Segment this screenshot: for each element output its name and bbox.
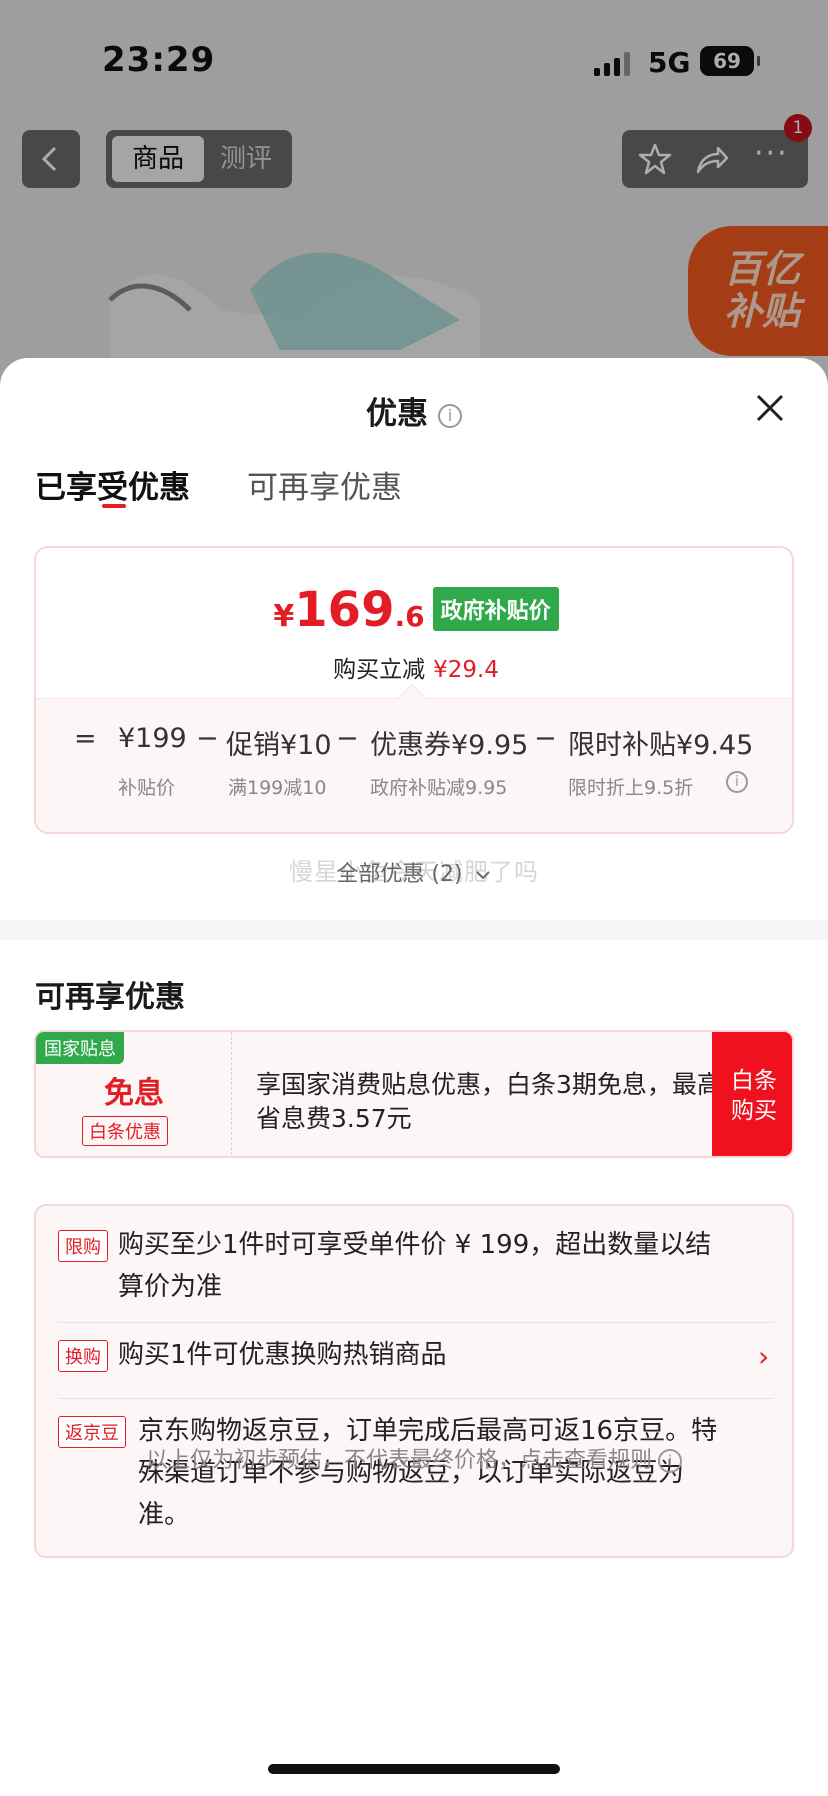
tab-indicator [102,504,126,508]
all-promos-label: 全部优惠 (2) [336,862,463,887]
divider [58,1322,774,1323]
price-breakdown: = ¥199 补贴价 − 促销¥10 满199减10 − 优惠券¥9.95 政府… [36,698,792,832]
chevron-down-icon [475,871,490,880]
breakdown-sub: 政府补贴减9.95 [370,777,508,799]
promotions-sheet: 优惠 i 已享受优惠 可再享优惠 ¥169.6 政府补贴价 购买立减 ¥29.4 = … [0,358,828,1796]
gov-subsidy-tag: 政府补贴价 [432,587,559,631]
footer-note-text: 以上仅为初步预估，不代表最终价格，点击查看规则 [145,1448,652,1473]
info-icon: i [658,1449,682,1473]
home-indicator[interactable] [268,1764,560,1774]
breakdown-op: = [74,723,97,754]
list-item: 返京豆 京东购物返京豆，订单完成后最高可返16京豆。特殊渠道订单不参与购物返豆，… [58,1410,774,1546]
info-icon[interactable]: i [726,771,748,793]
list-item[interactable]: 换购 购买1件可优惠换购热销商品 › [58,1334,774,1384]
promo-text: 购买至少1件时可享受单件价 ¥ 199，超出数量以结算价为准 [118,1230,712,1302]
sheet-title: 优惠 [366,396,428,432]
breakdown-amount: 优惠券¥9.95 [370,730,529,761]
reduce-row: 购买立减 ¥29.4 [36,650,792,684]
promo-tag: 限购 [58,1230,108,1262]
breakdown-op: − [196,723,219,754]
breakdown-sub: 补贴价 [118,777,176,799]
baitiao-buy-label: 白条购买 [731,1068,777,1124]
tab-more-promos[interactable]: 可再享优惠 [247,462,402,507]
modal-overlay[interactable] [0,0,828,420]
interest-text: 享国家消费贴息优惠，白条3期免息，最高省息费3.57元 [256,1070,722,1133]
price-currency: ¥ [273,599,295,634]
breakdown-amount: ¥199 [118,723,187,754]
divider [58,1398,774,1399]
breakdown-op: − [534,723,557,754]
price-decimal: .6 [394,600,425,633]
all-promos-link[interactable]: 全部优惠 (2) [0,856,828,888]
price-integer: 169 [294,582,395,638]
chevron-right-icon: › [758,1340,770,1373]
promo-text: 购买1件可优惠换购热销商品 [118,1340,447,1370]
product-page-background: 23:29 5G 69 商品 测评 ··· 1 百亿 补贴 [0,0,828,420]
baitiao-tag: 白条优惠 [82,1116,168,1146]
promo-list: 限购 购买至少1件时可享受单件价 ¥ 199，超出数量以结算价为准 换购 购买1… [34,1204,794,1558]
reduce-amount: ¥29.4 [433,657,499,683]
price-top: ¥169.6 政府补贴价 购买立减 ¥29.4 [36,548,792,698]
close-icon[interactable] [748,386,792,430]
baitiao-buy-button[interactable]: 白条购买 [712,1032,792,1156]
info-icon[interactable]: i [438,403,462,428]
sheet-title-row: 优惠 i [0,388,828,433]
tab-enjoyed-promos[interactable]: 已享受优惠 [35,462,190,507]
breakdown-sub: 满199减10 [228,777,327,799]
interest-free-card: 免息 白条优惠 国家贴息 享国家消费贴息优惠，白条3期免息，最高省息费3.57元… [34,1030,794,1158]
gov-interest-badge: 国家贴息 [36,1032,124,1064]
breakdown-amount: 限时补贴¥9.45 [568,730,754,761]
price-summary-card: ¥169.6 政府补贴价 购买立减 ¥29.4 = ¥199 补贴价 − 促销¥10… [34,546,794,834]
interest-title: 免息 [104,1076,164,1111]
section-divider [0,920,828,940]
reduce-label: 购买立减 [333,657,426,683]
more-promos-title: 可再享优惠 [35,980,185,1015]
promo-tag: 换购 [58,1340,108,1372]
breakdown-op: − [336,723,359,754]
breakdown-amount: 促销¥10 [226,730,332,761]
footer-note[interactable]: 以上仅为初步预估，不代表最终价格，点击查看规则 i [0,1442,828,1474]
list-item: 限购 购买至少1件时可享受单件价 ¥ 199，超出数量以结算价为准 [58,1224,774,1316]
breakdown-sub: 限时折上9.5折 [568,777,694,799]
final-price: ¥169.6 政府补贴价 [36,582,792,638]
